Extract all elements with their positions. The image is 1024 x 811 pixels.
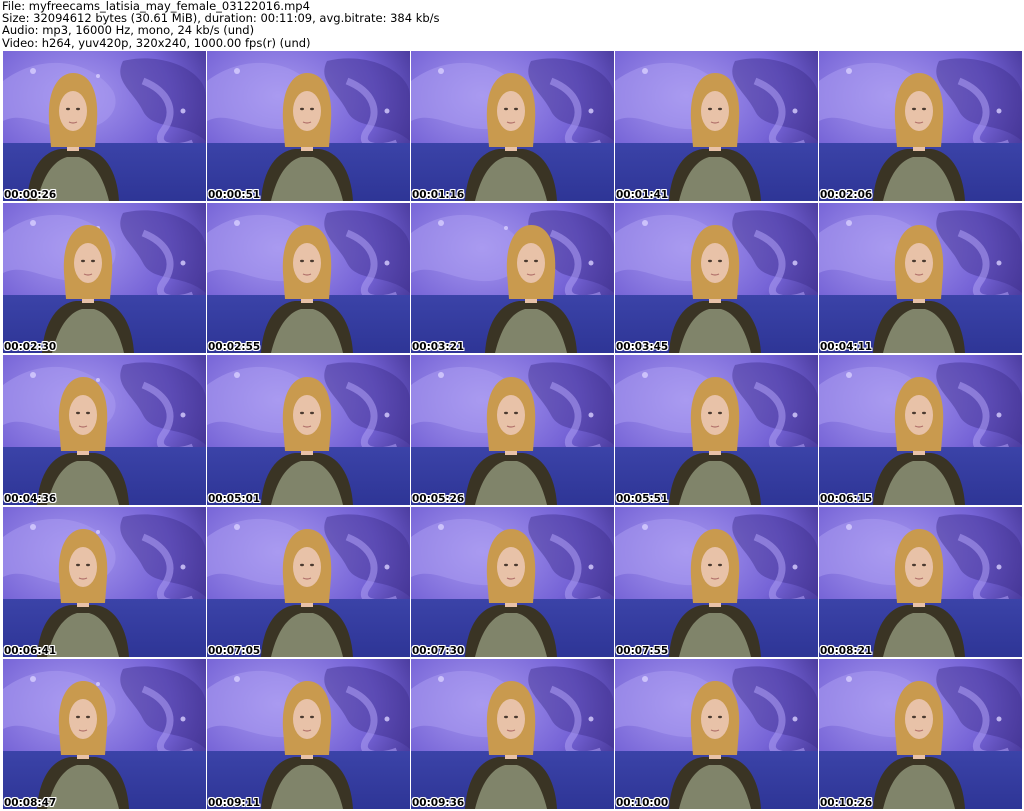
thumbnail-timestamp: 00:03:21	[412, 341, 465, 353]
thumbnail-timestamp: 00:03:45	[616, 341, 669, 353]
thumbnail-timestamp: 00:09:11	[208, 797, 261, 809]
thumbnail-timestamp: 00:05:26	[412, 493, 465, 505]
video-thumbnail: 00:03:21	[411, 203, 614, 353]
thumbnail-timestamp: 00:05:01	[208, 493, 261, 505]
video-thumbnail: 00:08:21	[819, 507, 1022, 657]
thumbnail-frame-image	[615, 51, 818, 201]
thumbnail-grid: 00:00:26 00:00:51 00:01:16 00:01:41 00:02:06…	[3, 51, 1023, 811]
thumbnail-frame-image	[819, 355, 1022, 505]
video-thumbnail: 00:05:51	[615, 355, 818, 505]
video-thumbnail: 00:07:55	[615, 507, 818, 657]
thumbnail-frame-image	[3, 355, 206, 505]
thumbnail-frame-image	[819, 659, 1022, 809]
thumbnail-frame-image	[615, 507, 818, 657]
thumbnail-frame-image	[411, 355, 614, 505]
video-thumbnail: 00:06:15	[819, 355, 1022, 505]
thumbnail-frame-image	[411, 507, 614, 657]
video-thumbnail: 00:00:26	[3, 51, 206, 201]
thumbnail-timestamp: 00:07:05	[208, 645, 261, 657]
video-thumbnail: 00:04:11	[819, 203, 1022, 353]
thumbnail-frame-image	[3, 659, 206, 809]
thumbnail-frame-image	[819, 51, 1022, 201]
thumbnail-timestamp: 00:02:30	[4, 341, 57, 353]
thumbnail-frame-image	[3, 507, 206, 657]
video-thumbnail: 00:09:11	[207, 659, 410, 809]
thumbnail-timestamp: 00:05:51	[616, 493, 669, 505]
thumbnail-frame-image	[207, 659, 410, 809]
video-thumbnail: 00:09:36	[411, 659, 614, 809]
video-thumbnail: 00:01:41	[615, 51, 818, 201]
thumbnail-frame-image	[411, 659, 614, 809]
thumbnail-timestamp: 00:00:51	[208, 189, 261, 201]
thumbnail-timestamp: 00:08:47	[4, 797, 57, 809]
thumbnail-frame-image	[207, 203, 410, 353]
audio-info-line: Audio: mp3, 16000 Hz, mono, 24 kb/s (und…	[2, 23, 255, 38]
video-thumbnail: 00:07:30	[411, 507, 614, 657]
thumbnail-timestamp: 00:07:55	[616, 645, 669, 657]
thumbnail-frame-image	[615, 659, 818, 809]
video-thumbnail: 00:05:26	[411, 355, 614, 505]
thumbnail-timestamp: 00:06:15	[820, 493, 873, 505]
video-thumbnail: 00:06:41	[3, 507, 206, 657]
video-thumbnail: 00:08:47	[3, 659, 206, 809]
video-thumbnail: 00:02:06	[819, 51, 1022, 201]
thumbnail-timestamp: 00:04:36	[4, 493, 57, 505]
video-thumbnail: 00:02:30	[3, 203, 206, 353]
thumbnail-timestamp: 00:01:16	[412, 189, 465, 201]
thumbnail-frame-image	[207, 355, 410, 505]
thumbnail-timestamp: 00:04:11	[820, 341, 873, 353]
video-thumbnail: 00:10:00	[615, 659, 818, 809]
video-info-line: Video: h264, yuv420p, 320x240, 1000.00 f…	[2, 35, 311, 50]
thumbnail-frame-image	[3, 203, 206, 353]
thumbnail-timestamp: 00:02:55	[208, 341, 261, 353]
video-thumbnail: 00:00:51	[207, 51, 410, 201]
thumbnail-timestamp: 00:10:00	[616, 797, 669, 809]
video-thumbnail: 00:03:45	[615, 203, 818, 353]
video-thumbnail: 00:05:01	[207, 355, 410, 505]
thumbnail-frame-image	[207, 51, 410, 201]
thumbnail-timestamp: 00:09:36	[412, 797, 465, 809]
thumbnail-timestamp: 00:07:30	[412, 645, 465, 657]
video-thumbnail: 00:10:26	[819, 659, 1022, 809]
thumbnail-frame-image	[207, 507, 410, 657]
thumbnail-frame-image	[819, 507, 1022, 657]
thumbnail-timestamp: 00:02:06	[820, 189, 873, 201]
thumbnail-timestamp: 00:00:26	[4, 189, 57, 201]
thumbnail-frame-image	[411, 203, 614, 353]
video-thumbnail: 00:07:05	[207, 507, 410, 657]
thumbnail-frame-image	[819, 203, 1022, 353]
thumbnail-timestamp: 00:01:41	[616, 189, 669, 201]
file-info-header: File: myfreecams_latisia_may_female_0312…	[2, 0, 1022, 50]
thumbnail-frame-image	[615, 203, 818, 353]
thumbnail-timestamp: 00:08:21	[820, 645, 873, 657]
thumbnail-timestamp: 00:06:41	[4, 645, 57, 657]
video-thumbnail: 00:02:55	[207, 203, 410, 353]
video-thumbnail: 00:01:16	[411, 51, 614, 201]
thumbnail-frame-image	[3, 51, 206, 201]
thumbnail-frame-image	[615, 355, 818, 505]
video-thumbnail: 00:04:36	[3, 355, 206, 505]
thumbnail-timestamp: 00:10:26	[820, 797, 873, 809]
thumbnail-frame-image	[411, 51, 614, 201]
